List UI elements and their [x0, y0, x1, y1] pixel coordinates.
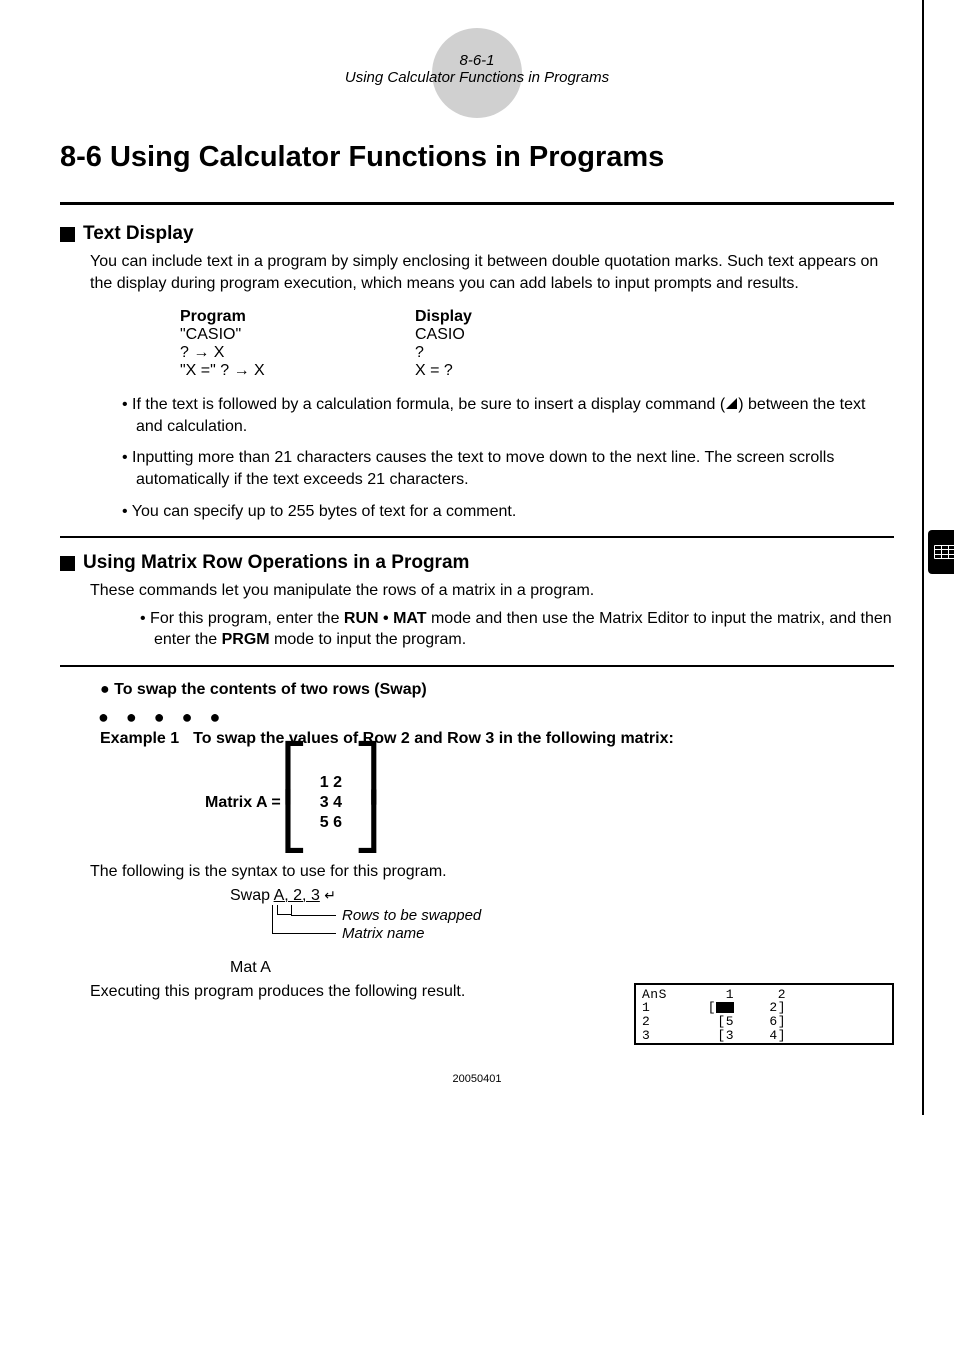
calc-cell: 4]	[734, 1029, 786, 1043]
table-cell: ?	[415, 344, 424, 362]
mat-a-line: Mat A	[230, 959, 894, 977]
table-cell: CASIO	[415, 326, 465, 344]
result-intro: Executing this program produces the foll…	[90, 983, 634, 1001]
connector-line	[291, 905, 292, 915]
section-matrix-heading: Using Matrix Row Operations in a Program	[60, 552, 894, 574]
table-cell: ? → X	[180, 344, 415, 362]
calc-row-idx: 2	[642, 1015, 682, 1029]
matrix-intro: These commands let you manipulate the ro…	[90, 580, 894, 602]
list-item: • For this program, enter the RUN • MAT …	[140, 608, 894, 651]
annotation-rows: Rows to be swapped	[342, 907, 481, 924]
syntax-intro: The following is the syntax to use for t…	[90, 861, 894, 883]
page-divider	[922, 0, 924, 1115]
text-display-intro: You can include text in a program by sim…	[90, 251, 894, 294]
page-ref: 8-6-1	[60, 52, 894, 69]
list-item: • If the text is followed by a calculati…	[122, 394, 894, 437]
table-cell: "CASIO"	[180, 326, 415, 344]
square-bullet-icon	[60, 227, 75, 242]
list-item: • Inputting more than 21 characters caus…	[122, 447, 894, 490]
calc-header: AnS	[642, 988, 682, 1002]
carriage-return-icon: ↵	[324, 887, 336, 903]
calc-col-head: 2	[734, 988, 786, 1002]
program-display-table: Program Display "CASIO" CASIO ? → X ? "X…	[180, 308, 894, 380]
rule	[60, 536, 894, 538]
swap-syntax: Swap A, 2, 3 ↵ Rows to be swapped Matrix…	[230, 887, 894, 953]
bracket-left-icon: ⎡⎣	[281, 754, 308, 851]
cursor-icon	[716, 1002, 734, 1013]
matrix-display: Matrix A = ⎡⎣ 1 2 3 4 5 6 ⎤⎦	[205, 754, 894, 851]
bullet-list: • If the text is followed by a calculati…	[122, 394, 894, 522]
section-title: Text Display	[83, 223, 194, 245]
connector-line	[272, 905, 273, 933]
connector-line	[291, 915, 336, 916]
connector-line	[277, 905, 291, 915]
calc-row-idx: 3	[642, 1029, 682, 1043]
rule	[60, 202, 894, 205]
matrix-values: 1 2 3 4 5 6	[308, 773, 354, 833]
swap-args: A, 2, 3	[274, 887, 320, 904]
dot-row-icon: ● ● ● ● ●	[98, 707, 894, 728]
list-item: • You can specify up to 255 bytes of tex…	[122, 501, 894, 523]
calc-col-head: 1	[682, 988, 734, 1002]
calc-cell: [3	[682, 1029, 734, 1043]
table-cell: X = ?	[415, 362, 453, 380]
calc-cell: [5	[682, 1015, 734, 1029]
col-head-display: Display	[415, 308, 472, 326]
calc-cell: 6]	[734, 1015, 786, 1029]
running-header: 8-6-1 Using Calculator Functions in Prog…	[60, 30, 894, 86]
matrix-label: Matrix A =	[205, 794, 281, 812]
calculator-icon	[928, 530, 954, 574]
example-text: To swap the values of Row 2 and Row 3 in…	[193, 730, 674, 748]
calc-row-idx: 1	[642, 1001, 682, 1015]
display-command-icon	[726, 398, 737, 409]
running-title: Using Calculator Functions in Programs	[60, 69, 894, 86]
table-cell: "X =" ? → X	[180, 362, 415, 380]
calc-cell: 2]	[734, 1001, 786, 1015]
annotation-matrix: Matrix name	[342, 925, 425, 942]
rule	[60, 665, 894, 667]
calc-cell: [	[682, 1001, 734, 1015]
example-label: Example 1	[100, 730, 179, 748]
col-head-program: Program	[180, 308, 415, 326]
calculator-screen: AnS 1 2 1 [ 2] 2 [5 6] 3 [3 4]	[634, 983, 894, 1046]
section-title: Using Matrix Row Operations in a Program	[83, 552, 469, 574]
connector-line	[272, 933, 336, 934]
section-text-display-heading: Text Display	[60, 223, 894, 245]
bracket-right-icon: ⎤⎦	[354, 754, 381, 851]
main-heading: 8-6 Using Calculator Functions in Progra…	[60, 141, 894, 174]
swap-heading: ● To swap the contents of two rows (Swap…	[100, 681, 894, 699]
square-bullet-icon	[60, 556, 75, 571]
footer-date: 20050401	[60, 1073, 894, 1085]
example-row: Example 1 To swap the values of Row 2 an…	[100, 730, 894, 748]
